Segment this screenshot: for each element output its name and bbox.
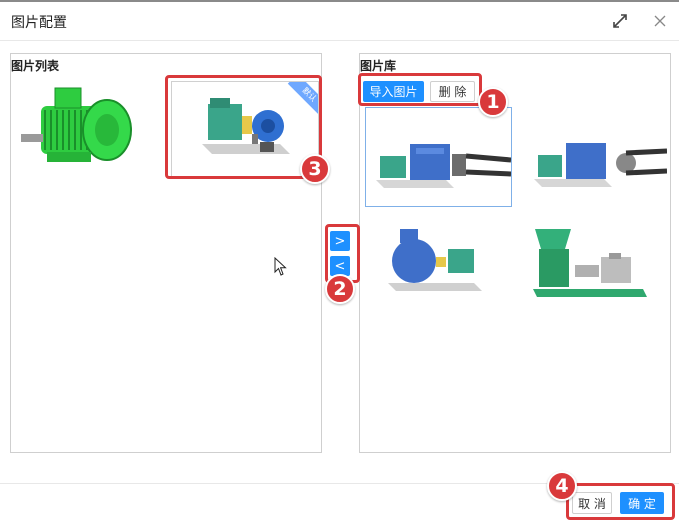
highlight-box-4 [566,483,675,520]
library-item-3[interactable] [374,219,504,304]
library-item-1-selected[interactable] [365,107,512,207]
annotation-badge-4: 4 [547,471,577,501]
machine-belt-image-2 [534,143,668,187]
library-item-4[interactable] [525,219,655,304]
annotation-badge-3: 3 [300,154,330,184]
motor-image [19,76,159,176]
annotation-badge-1: 1 [478,87,508,117]
machine-belt-image-1 [376,144,512,188]
library-item-2[interactable] [522,107,668,205]
dialog-header: 图片配置 [0,2,679,41]
expand-icon[interactable] [610,11,630,31]
image-library-label: 图片库 [360,59,397,73]
highlight-box-1 [358,73,482,106]
image-list-item-motor[interactable] [19,76,159,176]
mouse-cursor-icon [274,256,288,281]
image-list-label: 图片列表 [11,59,60,73]
annotation-badge-2: 2 [325,274,355,304]
image-library-panel: 图片库 导入图片 删 除 [359,53,671,453]
crusher-image [533,229,647,297]
highlight-box-3 [165,75,322,179]
centrifugal-fan-image [388,229,482,291]
close-icon[interactable] [650,11,670,31]
dialog-title: 图片配置 [11,15,67,31]
